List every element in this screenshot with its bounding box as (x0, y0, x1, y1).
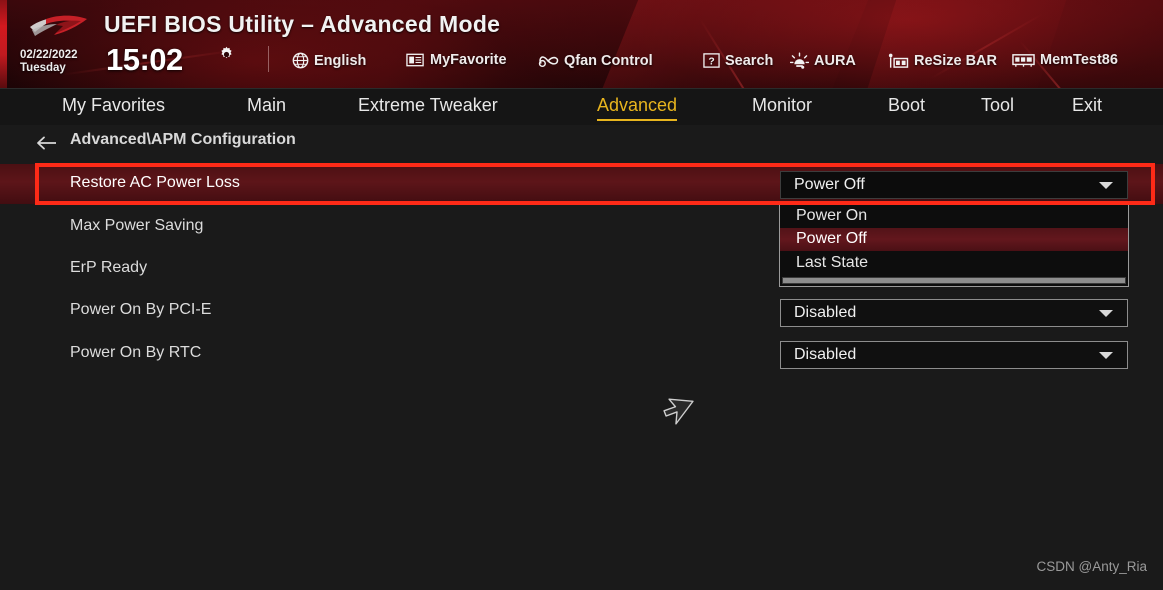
system-date: 02/22/2022 Tuesday (20, 49, 78, 75)
setting-label: Restore AC Power Loss (70, 174, 240, 191)
header-decor-shape (860, 0, 1070, 88)
header-divider (268, 46, 269, 72)
header-bar: UEFI BIOS Utility – Advanced Mode 02/22/… (0, 0, 1163, 88)
combo-power-on-by-rtc[interactable]: Disabled (780, 341, 1128, 369)
combo-value: Disabled (794, 304, 857, 321)
back-arrow-icon[interactable] (36, 134, 58, 152)
setting-label: Power On By PCI-E (70, 301, 212, 318)
question-box-icon: ? (703, 52, 720, 69)
gear-icon[interactable] (218, 46, 235, 63)
tab-my-favorites[interactable]: My Favorites (62, 95, 165, 119)
svg-text:?: ? (708, 57, 714, 68)
toolbar-item-resize-bar[interactable]: ReSize BAR (888, 52, 997, 70)
toolbar-label: Search (725, 52, 774, 69)
memory-chip-icon (1012, 52, 1035, 68)
setting-label: ErP Ready (70, 259, 148, 276)
toolbar-label: ReSize BAR (914, 53, 997, 69)
dropdown-option-last-state[interactable]: Last State (780, 251, 1128, 275)
bookmark-icon (406, 52, 425, 68)
header-decor-shape (593, 0, 877, 88)
chevron-down-icon (1099, 309, 1113, 317)
combo-value: Power Off (794, 176, 865, 193)
toolbar-label: MyFavorite (430, 52, 507, 68)
header-left-accent-bar (0, 0, 7, 88)
chevron-down-icon (1099, 181, 1113, 189)
setting-label: Power On By RTC (70, 344, 202, 361)
tab-main[interactable]: Main (247, 95, 286, 119)
dropdown-option-power-on[interactable]: Power On (780, 204, 1128, 228)
watermark-text: CSDN @Anty_Ria (1036, 559, 1148, 574)
breadcrumb-path: Advanced\APM Configuration (70, 131, 296, 148)
system-time: 15:02 (106, 42, 183, 77)
toolbar-item-english[interactable]: English (292, 52, 366, 69)
toolbar-label: AURA (814, 53, 856, 69)
globe-icon (292, 52, 309, 69)
rog-eye-logo (26, 12, 90, 42)
page-title: UEFI BIOS Utility – Advanced Mode (104, 11, 501, 37)
toolbar-item-aura[interactable]: AURA (790, 52, 856, 70)
date-value: 02/22/2022 (20, 49, 78, 61)
combo-value: Disabled (794, 346, 857, 363)
tab-exit[interactable]: Exit (1072, 95, 1102, 119)
toolbar-label: MemTest86 (1040, 52, 1118, 68)
toolbar-item-memtest86[interactable]: MemTest86 (1012, 52, 1118, 68)
dropdown-restore-ac-power-loss-options[interactable]: Power On Power Off Last State (779, 203, 1129, 287)
combo-power-on-by-pcie[interactable]: Disabled (780, 299, 1128, 327)
toolbar-item-qfan-control[interactable]: Qfan Control (538, 52, 653, 70)
dropdown-scrollbar[interactable] (782, 276, 1126, 284)
combo-restore-ac-power-loss[interactable]: Power Off (780, 171, 1128, 199)
toolbar-item-myfavorite[interactable]: MyFavorite (406, 52, 507, 68)
tab-tool[interactable]: Tool (981, 95, 1014, 119)
tab-extreme-tweaker[interactable]: Extreme Tweaker (358, 95, 498, 119)
setting-label: Max Power Saving (70, 217, 204, 234)
weekday-value: Tuesday (20, 62, 66, 74)
mouse-pointer-arrow (659, 392, 699, 432)
toolbar-item-search[interactable]: ? Search (703, 52, 773, 69)
main-navigation-bar: My Favorites Main Extreme Tweaker Advanc… (0, 88, 1163, 125)
tab-monitor[interactable]: Monitor (752, 95, 812, 119)
tab-advanced[interactable]: Advanced (597, 95, 678, 121)
dropdown-option-power-off[interactable]: Power Off (780, 227, 1128, 251)
bios-screen: UEFI BIOS Utility – Advanced Mode 02/22/… (0, 0, 1163, 590)
toolbar-label: Qfan Control (564, 53, 653, 69)
resize-bar-icon (888, 52, 909, 70)
aura-lamp-icon (790, 52, 809, 70)
breadcrumb: Advanced\APM Configuration (0, 126, 1163, 160)
fan-icon (538, 52, 559, 70)
tab-boot[interactable]: Boot (888, 95, 925, 119)
toolbar-label: English (314, 52, 367, 69)
chevron-down-icon (1099, 351, 1113, 359)
